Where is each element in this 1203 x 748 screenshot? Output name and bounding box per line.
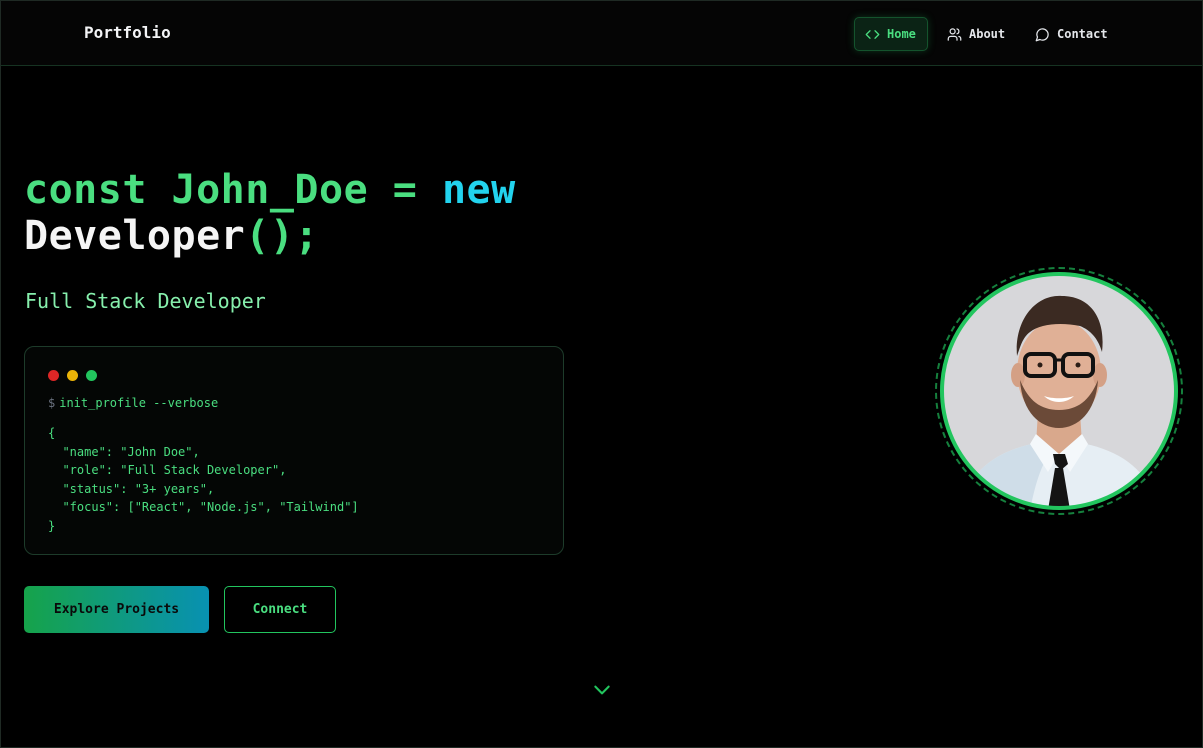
nav-item-about[interactable]: About [937, 17, 1015, 51]
title-semicolon: ; [294, 213, 320, 259]
message-circle-icon [1035, 27, 1049, 41]
chevron-down-icon[interactable] [592, 682, 612, 698]
json-line: "focus": ["React", "Node.js", "Tailwind"… [48, 500, 359, 514]
code-icon [865, 29, 880, 39]
title-name: John_Doe [171, 167, 369, 213]
nav-item-contact[interactable]: Contact [1025, 17, 1118, 51]
nav-item-label: Contact [1057, 27, 1108, 41]
nav-item-label: Home [887, 27, 916, 41]
connect-button[interactable]: Connect [224, 586, 336, 633]
avatar [940, 272, 1178, 510]
users-icon [947, 27, 962, 41]
json-line: "name": "John Doe", [48, 444, 200, 459]
terminal-json-output: { "name": "John Doe", "role": "Full Stac… [48, 424, 359, 535]
terminal-prompt: $ [48, 396, 56, 410]
title-class-name: Developer [24, 213, 246, 259]
title-parens: () [245, 213, 295, 259]
json-line: "status": "3+ years", [48, 481, 215, 496]
title-equals: = [392, 167, 418, 213]
terminal-command: $ init_profile --verbose [48, 396, 218, 410]
window-close-dot [48, 370, 59, 381]
title-new-keyword: new [441, 167, 516, 213]
json-line: } [48, 518, 56, 533]
navbar: Portfolio Home About Contact [1, 1, 1202, 66]
hero-subtitle: Full Stack Developer [25, 289, 266, 313]
hero-title: const John_Doe = new Developer(); [24, 167, 516, 259]
nav-item-home[interactable]: Home [854, 17, 928, 51]
window-minimize-dot [67, 370, 78, 381]
nav-item-label: About [969, 27, 1006, 41]
title-keyword: const [24, 167, 147, 213]
terminal-card: $ init_profile --verbose { "name": "John … [24, 346, 564, 555]
window-maximize-dot [86, 370, 97, 381]
explore-projects-button[interactable]: Explore Projects [24, 586, 209, 633]
json-line: "role": "Full Stack Developer", [48, 463, 287, 477]
brand-logo[interactable]: Portfolio [84, 23, 171, 42]
page: Portfolio Home About Contact const John_… [0, 0, 1203, 748]
command-text: init_profile --verbose [59, 396, 219, 410]
json-line: { [48, 426, 56, 440]
